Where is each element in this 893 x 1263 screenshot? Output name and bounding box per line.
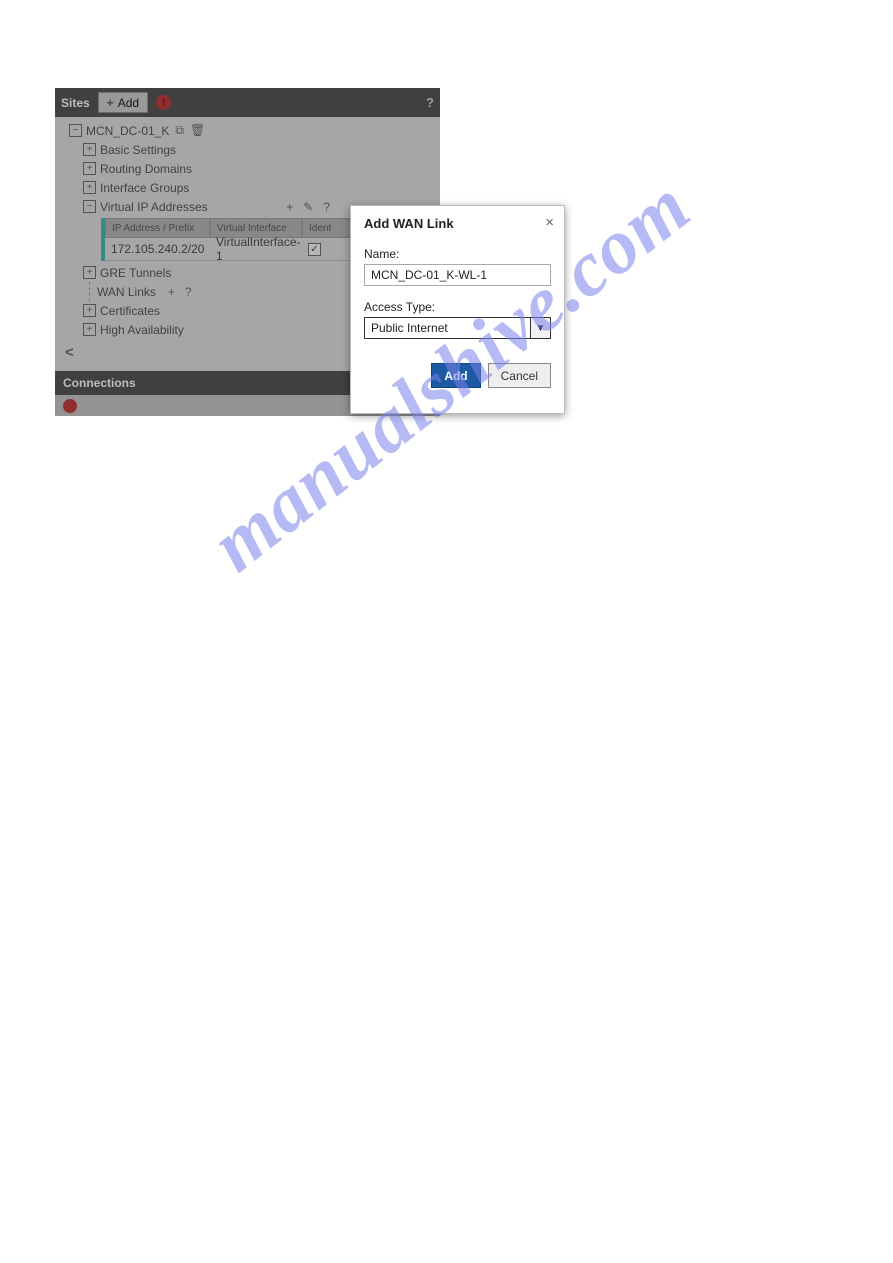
add-vip-icon[interactable]: +: [286, 200, 293, 214]
expand-icon[interactable]: +: [83, 266, 96, 279]
expand-icon[interactable]: +: [83, 323, 96, 336]
cell-ip: 172.105.240.2/20: [105, 238, 210, 261]
expand-icon[interactable]: +: [83, 181, 96, 194]
help-wanlink-icon[interactable]: ?: [185, 285, 192, 299]
delete-icon[interactable]: 🗑: [190, 123, 205, 138]
tree-site-root[interactable]: − MCN_DC-01_K ⧉ 🗑: [55, 121, 440, 140]
add-button[interactable]: Add: [431, 363, 480, 388]
ident-checkbox[interactable]: ✓: [308, 243, 321, 256]
collapse-icon[interactable]: −: [69, 124, 82, 137]
add-site-button[interactable]: + Add: [98, 92, 148, 113]
name-label: Name:: [364, 247, 551, 261]
add-wanlink-icon[interactable]: +: [168, 285, 175, 299]
edit-vip-icon[interactable]: ✎: [303, 200, 313, 214]
help-icon[interactable]: ?: [426, 95, 434, 110]
add-site-label: Add: [118, 96, 139, 110]
expand-icon[interactable]: +: [83, 304, 96, 317]
collapse-icon[interactable]: −: [83, 200, 96, 213]
status-error-icon[interactable]: [63, 399, 77, 413]
add-wan-link-dialog: × Add WAN Link Name: Access Type: Public…: [350, 205, 565, 414]
tree-item-basic-settings[interactable]: + Basic Settings: [55, 140, 440, 159]
tree-item-interface-groups[interactable]: + Interface Groups: [55, 178, 440, 197]
access-type-label: Access Type:: [364, 300, 551, 314]
sites-title: Sites: [61, 96, 90, 110]
expand-icon[interactable]: +: [83, 162, 96, 175]
expand-icon[interactable]: +: [83, 143, 96, 156]
sites-header: Sites + Add ! ?: [55, 88, 440, 117]
warning-badge-icon[interactable]: !: [156, 95, 171, 110]
access-type-select[interactable]: Public Internet ▼: [364, 317, 551, 339]
chevron-down-icon: ▼: [530, 318, 550, 338]
site-name: MCN_DC-01_K: [86, 124, 169, 138]
cell-vif: VirtualInterface-1: [210, 238, 302, 261]
help-vip-icon[interactable]: ?: [323, 200, 330, 214]
close-dialog-icon[interactable]: ×: [545, 214, 554, 231]
cancel-button[interactable]: Cancel: [488, 363, 551, 388]
dialog-title: Add WAN Link: [364, 216, 551, 231]
copy-icon[interactable]: ⧉: [175, 123, 184, 138]
tree-connector-icon: [83, 282, 97, 301]
col-ip-prefix: IP Address / Prefix: [105, 218, 210, 238]
name-input[interactable]: [364, 264, 551, 286]
access-type-value: Public Internet: [371, 321, 448, 335]
tree-item-routing-domains[interactable]: + Routing Domains: [55, 159, 440, 178]
plus-icon: +: [107, 96, 114, 110]
